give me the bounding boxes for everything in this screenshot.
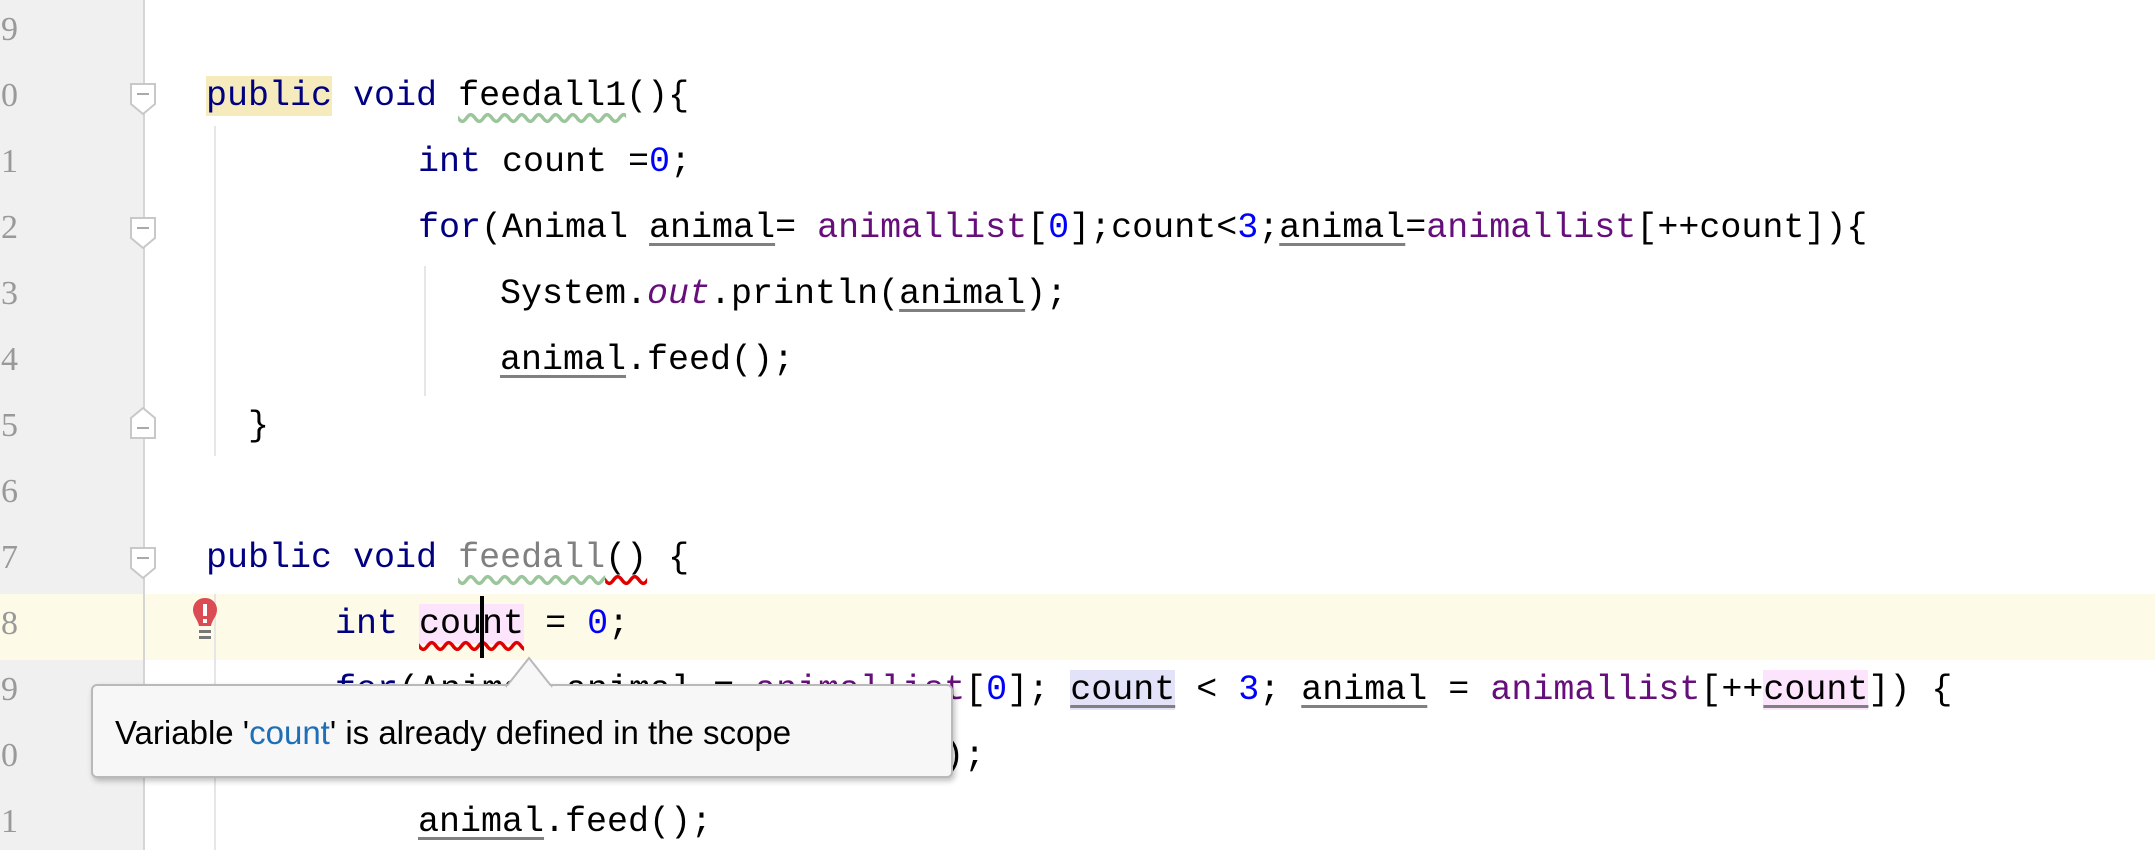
code-token: ; <box>1258 208 1280 248</box>
code-token: .feed(); <box>626 340 795 380</box>
line-number: 2 <box>1 209 18 246</box>
code-token: < <box>1175 670 1239 710</box>
code-token: void <box>353 538 438 578</box>
indent-guide <box>214 126 216 456</box>
fold-marker-icon[interactable] <box>129 546 157 580</box>
line-number: 8 <box>1 605 18 642</box>
code-token: [ <box>1027 208 1049 248</box>
line-number: 3 <box>1 275 18 312</box>
code-token: ; <box>670 142 692 182</box>
code-token: ; <box>1259 670 1302 710</box>
code-line[interactable]: System.out.println(animal); <box>500 261 1067 327</box>
code-token: feedall1 <box>458 76 627 116</box>
code-token: 0 <box>1048 208 1070 248</box>
code-token: = <box>524 604 588 644</box>
code-line[interactable]: public void feedall1(){ <box>206 63 689 129</box>
line-number: 6 <box>1 473 18 510</box>
code-token: = <box>1427 670 1491 710</box>
code-token: [++ <box>1700 670 1764 710</box>
line-number: 1 <box>1 803 18 840</box>
code-token: animallist <box>1490 670 1701 710</box>
code-token: } <box>248 406 270 446</box>
code-token: animal <box>1301 670 1428 710</box>
fold-marker-icon[interactable] <box>129 216 157 250</box>
line-number: 1 <box>1 143 18 180</box>
code-token: 0 <box>986 670 1008 710</box>
code-token: ); <box>1025 274 1068 314</box>
code-token: count = <box>481 142 650 182</box>
code-token: public <box>206 76 333 116</box>
fold-marker-icon[interactable] <box>129 82 157 116</box>
code-token: ]) { <box>1868 670 1953 710</box>
code-token: .feed(); <box>544 802 713 842</box>
line-number: 5 <box>1 407 18 444</box>
code-token: .println( <box>710 274 900 314</box>
line-number: 9 <box>1 11 18 48</box>
code-token: = <box>775 208 818 248</box>
fold-end-marker-icon[interactable] <box>129 406 157 440</box>
error-tooltip: Variable 'count' is already defined in t… <box>91 684 953 778</box>
error-bulb-icon[interactable] <box>190 596 220 644</box>
line-number: 0 <box>1 77 18 114</box>
code-token: count <box>419 604 525 644</box>
code-line[interactable]: animal.feed(); <box>500 327 794 393</box>
code-token: { <box>647 538 690 578</box>
code-token: animal <box>649 208 776 248</box>
text-caret <box>480 596 484 658</box>
tooltip-suffix: ' is already defined in the scope <box>329 714 792 751</box>
code-token: ]; <box>1007 670 1071 710</box>
code-token: animal <box>1279 208 1406 248</box>
tooltip-pointer <box>505 656 553 688</box>
code-line[interactable]: int count =0; <box>418 129 691 195</box>
code-token: animal <box>899 274 1026 314</box>
code-token: animallist <box>817 208 1028 248</box>
code-token: public <box>206 538 333 578</box>
code-token: for <box>418 208 482 248</box>
tooltip-variable-ref: count <box>249 714 330 751</box>
code-line[interactable]: for(Animal animal= animallist[0];count<3… <box>418 195 1867 261</box>
line-number: 4 <box>1 341 18 378</box>
code-token: void <box>353 76 438 116</box>
line-number: 0 <box>1 737 18 774</box>
code-token: out <box>647 274 711 314</box>
code-token: System. <box>500 274 648 314</box>
code-token: 3 <box>1237 208 1259 248</box>
code-token: [++count]){ <box>1636 208 1868 248</box>
code-line[interactable]: } <box>248 393 269 459</box>
code-token: = <box>1405 208 1427 248</box>
code-token: 0 <box>649 142 671 182</box>
code-token: int <box>418 142 482 182</box>
current-line-gutter-highlight <box>0 594 143 660</box>
code-token: animallist <box>1426 208 1637 248</box>
code-token: feedall <box>458 538 606 578</box>
code-token: ; <box>608 604 630 644</box>
code-token: () <box>605 538 648 578</box>
code-token: animal <box>418 802 545 842</box>
indent-guide <box>424 266 426 396</box>
code-token: 3 <box>1238 670 1260 710</box>
code-token: 0 <box>587 604 609 644</box>
current-line-highlight <box>0 594 2155 660</box>
code-line[interactable]: public void feedall() { <box>206 525 689 591</box>
code-token: (){ <box>626 76 690 116</box>
code-token: [ <box>965 670 987 710</box>
code-token: animal <box>500 340 627 380</box>
code-token: ];count< <box>1069 208 1238 248</box>
code-line[interactable]: animal.feed(); <box>418 789 712 855</box>
code-token: int <box>335 604 399 644</box>
line-number: 7 <box>1 539 18 576</box>
tooltip-prefix: Variable ' <box>115 714 250 751</box>
code-token: count <box>1763 670 1869 710</box>
code-token: count <box>1070 670 1176 710</box>
line-number: 9 <box>1 671 18 708</box>
code-token: (Animal <box>481 208 650 248</box>
